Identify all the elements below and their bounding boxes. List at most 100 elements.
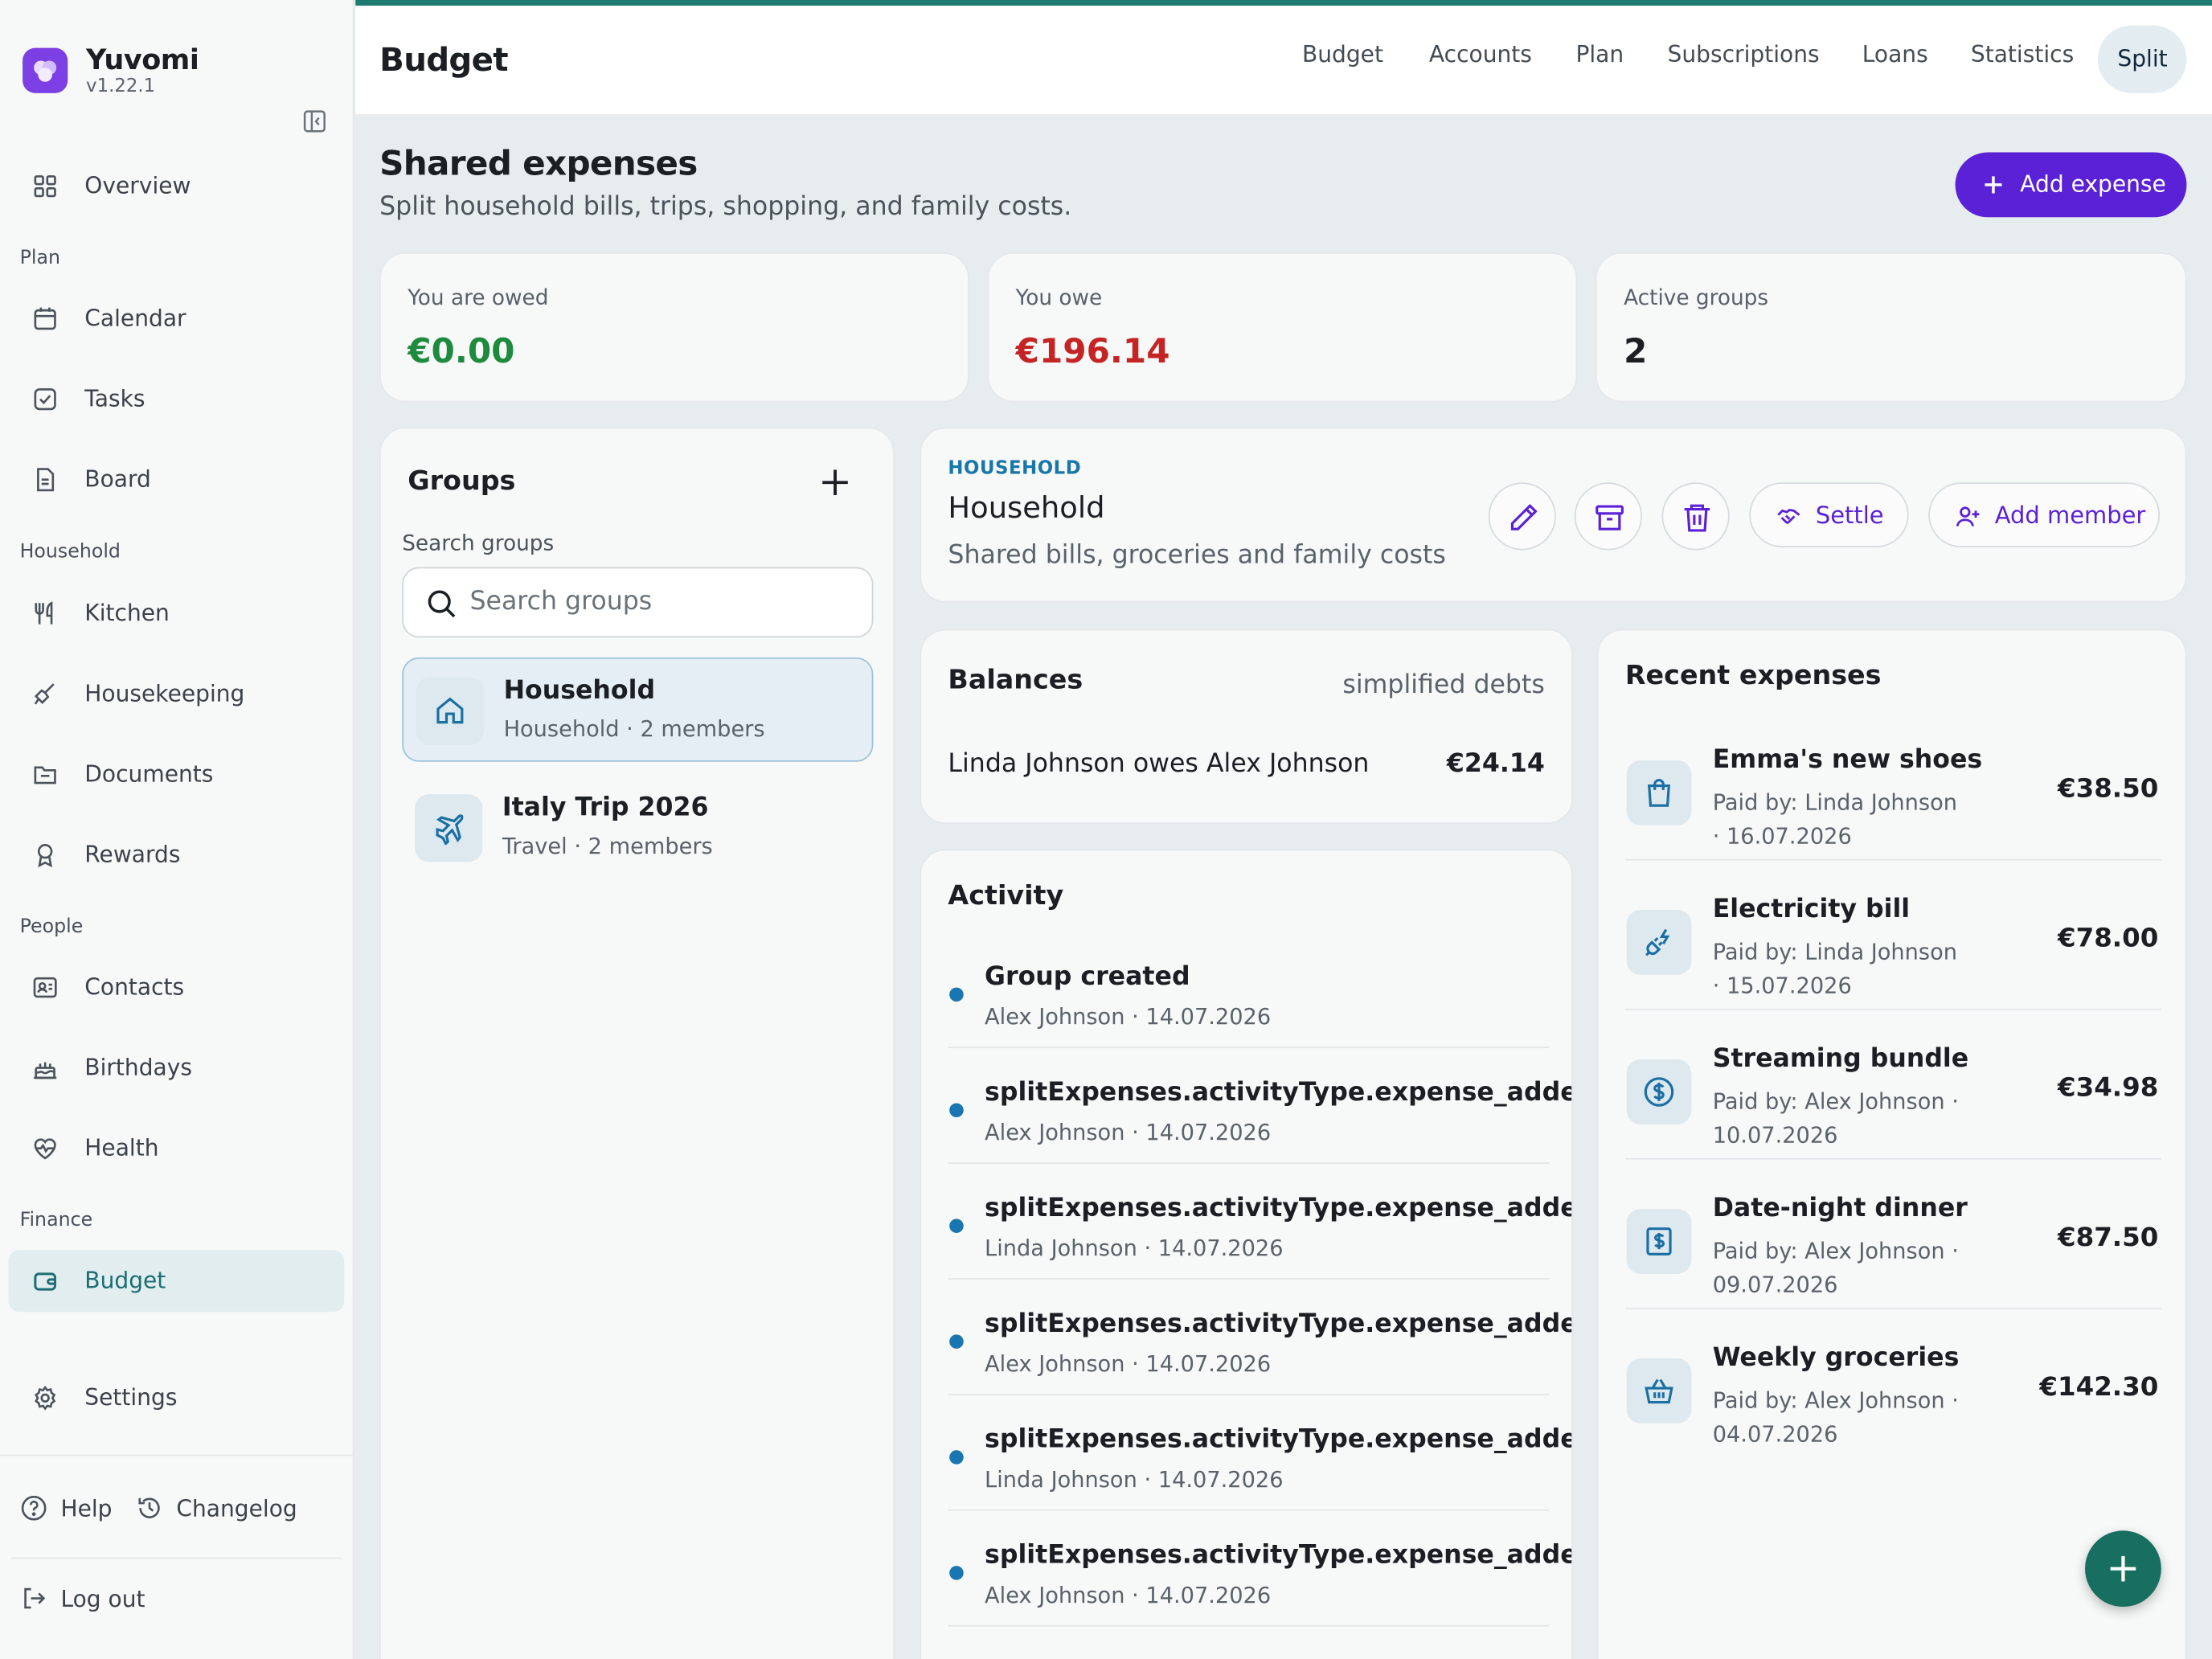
user-plus-icon [1956,506,1980,526]
activity-title: Activity [948,880,1064,911]
expense-amount: €142.30 [2039,1372,2159,1403]
sidebar-item-health[interactable]: Health [9,1117,345,1179]
sidebar-item-housekeeping[interactable]: Housekeeping [9,663,345,725]
sidebar-item-rewards[interactable]: Rewards [9,824,345,886]
tab-split[interactable]: Split [2097,25,2188,93]
delete-group-button[interactable] [1661,482,1730,551]
plus-icon [822,469,848,496]
divider [948,1624,1550,1627]
group-meta: Travel · 2 members [502,834,713,859]
expense-item[interactable]: Date-night dinner Paid by: Alex Johnson … [1624,1160,2161,1309]
section-subtitle: Split household bills, trips, shopping, … [379,191,1072,222]
add-member-label: Add member [1994,502,2146,530]
activity-dot [949,987,964,1002]
expense-amount: €34.98 [2058,1073,2159,1104]
expense-item[interactable]: Streaming bundle Paid by: Alex Johnson ·… [1624,1010,2161,1160]
sidebar-item-budget[interactable]: Budget [8,1250,345,1313]
tab-subscriptions[interactable]: Subscriptions [1668,41,1820,68]
sidebar-item-label: Housekeeping [84,679,245,707]
collapse-sidebar-icon[interactable] [302,109,328,134]
floating-add-button[interactable] [2085,1530,2161,1608]
archive-group-button[interactable] [1574,482,1642,551]
activity-item-meta: Linda Johnson · 14.07.2026 [985,1467,1284,1493]
stat-value: 2 [1624,331,1648,371]
activity-item-meta: Alex Johnson · 14.07.2026 [985,1004,1272,1030]
group-detail-header: HOUSEHOLD Household Shared bills, grocer… [920,427,2187,603]
expense-name: Electricity bill [1712,894,1911,924]
sidebar-item-tasks[interactable]: Tasks [9,368,345,430]
add-member-button[interactable]: Add member [1928,482,2161,547]
search-input[interactable]: Search groups [402,567,874,638]
group-item-household[interactable]: Household Household · 2 members [402,657,874,762]
top-bar: Budget Budget Accounts Plan Subscription… [355,0,2212,116]
sidebar-item-settings[interactable]: Settings [9,1367,345,1429]
tab-statistics[interactable]: Statistics [1971,41,2074,68]
sidebar-item-calendar[interactable]: Calendar [9,288,345,350]
tab-budget[interactable]: Budget [1302,41,1383,68]
award-icon [31,841,59,869]
group-item-italy-trip[interactable]: Italy Trip 2026 Travel · 2 members [402,776,873,880]
groups-title: Groups [408,465,516,497]
sidebar-item-label: Overview [84,172,191,199]
sidebar-item-documents[interactable]: Documents [9,743,345,805]
help-icon [21,1495,47,1521]
activity-dot [949,1219,964,1233]
activity-item-title: splitExpenses.activityType.expense_added [985,1424,1573,1455]
stat-label: You are owed [408,285,549,311]
activity-item: Group created Alex Johnson · 14.07.2026 [948,932,1550,1049]
sidebar-section-people: People [19,916,84,939]
add-expense-button[interactable]: Add expense [1955,152,2187,218]
recent-expenses-title: Recent expenses [1624,660,1882,691]
history-icon [138,1497,160,1518]
gear-icon [31,1384,59,1412]
activity-dot [949,1103,964,1118]
activity-item: splitExpenses.activityType.expense_added… [948,1395,1571,1511]
grid-icon [31,172,59,200]
sidebar-item-label: Contacts [84,973,185,1001]
settle-button[interactable]: Settle [1749,482,1909,547]
brush-icon [31,680,59,708]
groups-panel: Groups Search groups Search groups House… [379,427,895,1659]
group-meta: Household · 2 members [503,716,765,743]
search-icon [428,590,456,618]
tab-plan[interactable]: Plan [1575,41,1624,68]
activity-item: splitExpenses.activityType.expense_added… [948,1280,1571,1395]
activity-item-title: splitExpenses.activityType.expense_added [985,1077,1573,1108]
dollar-circle-icon [1626,1059,1692,1124]
stat-value: €0.00 [408,331,515,371]
activity-item-meta: Linda Johnson · 14.07.2026 [985,1235,1284,1262]
tab-accounts[interactable]: Accounts [1429,41,1532,68]
sidebar-item-board[interactable]: Board [9,449,345,510]
help-label: Help [60,1495,113,1522]
balance-amount: €24.14 [1446,748,1545,779]
sidebar-item-kitchen[interactable]: Kitchen [9,583,345,645]
expense-name: Weekly groceries [1712,1342,1960,1373]
folder-icon [31,760,59,789]
stat-value: €196.14 [1015,331,1170,371]
stat-card-owe: You owe €196.14 [987,252,1578,403]
expense-name: Streaming bundle [1712,1043,1969,1074]
changelog-label: Changelog [176,1495,297,1522]
check-square-icon [31,385,59,413]
expense-item[interactable]: Electricity bill Paid by: Linda Johnson … [1624,861,2161,1010]
expense-item[interactable]: Emma's new shoes Paid by: Linda Johnson … [1624,711,2161,861]
trash-icon [1684,504,1710,532]
expense-amount: €87.50 [2058,1223,2159,1253]
archive-icon [1596,505,1624,530]
add-group-button[interactable] [818,465,852,499]
app-logo [23,47,68,93]
sidebar-item-birthdays[interactable]: Birthdays [9,1037,345,1099]
activity-item-meta: Alex Johnson · 14.07.2026 [985,1351,1272,1377]
activity-item: splitExpenses.activityType.expense_added… [948,1048,1571,1164]
sidebar-item-label: Documents [84,760,214,788]
sidebar-item-contacts[interactable]: Contacts [9,956,345,1018]
activity-item-title: splitExpenses.activityType.expense_added [985,1193,1573,1223]
tab-loans[interactable]: Loans [1862,41,1928,68]
search-label: Search groups [402,530,555,556]
basket-icon [1626,1358,1692,1423]
sidebar-item-overview[interactable]: Overview [9,155,345,217]
sidebar-item-label: Calendar [84,305,186,332]
expense-item[interactable]: Weekly groceries Paid by: Alex Johnson ·… [1625,1309,2161,1459]
app-root: Yuvomi v1.22.1 Overview Plan Calendar Ta… [0,0,2212,1659]
edit-group-button[interactable] [1488,482,1556,551]
